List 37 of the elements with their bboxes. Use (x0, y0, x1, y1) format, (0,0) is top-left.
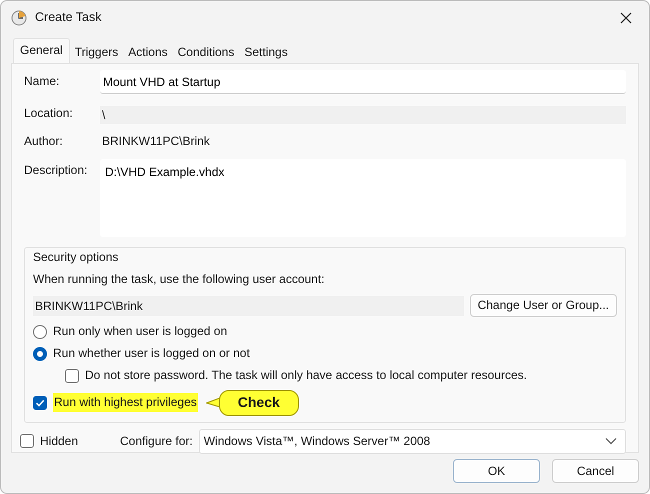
option-label: Run only when user is logged on (53, 324, 228, 339)
window-title: Create Task (35, 10, 102, 26)
ok-button[interactable]: OK (453, 459, 540, 483)
close-icon (620, 12, 632, 24)
tab[interactable]: Settings (239, 41, 293, 63)
field-label: Description: (24, 162, 88, 178)
option-label: Run with highest privileges (53, 393, 198, 412)
account-field: BRINKW11PC\Brink (33, 296, 464, 316)
radio-button[interactable] (33, 346, 47, 360)
option-label: Run whether user is logged on or not (53, 346, 250, 361)
tab[interactable]: General (13, 38, 70, 63)
tab[interactable]: Actions (123, 41, 173, 63)
callout: Check (218, 390, 299, 416)
account-prompt: When running the task, use the following user account: (33, 272, 326, 287)
checkbox[interactable] (20, 434, 34, 448)
tab[interactable]: Conditions (172, 41, 240, 63)
cancel-button[interactable]: Cancel (552, 459, 639, 483)
checkbox[interactable] (33, 396, 47, 410)
tab[interactable]: Triggers (70, 41, 124, 63)
field-label: Location: (24, 105, 74, 121)
configure-dropdown[interactable]: Windows Vista™, Windows Server™ 2008 (198, 428, 626, 454)
group-title: Security options (33, 250, 120, 265)
name-field[interactable]: Mount VHD at Startup (100, 70, 626, 94)
change-user-button[interactable]: Change User or Group... (470, 294, 617, 317)
author-value: BRINKW11PC\Brink (101, 133, 211, 150)
chevron-down-icon (605, 437, 617, 445)
checkbox[interactable] (65, 368, 79, 382)
option-label: Do not store password. The task will only have access to local computer resources. (85, 368, 527, 383)
field-label: Author: (24, 133, 64, 149)
clock-icon (11, 10, 27, 26)
description-field[interactable]: D:\VHD Example.vhdx (100, 159, 626, 237)
callout-pointer (206, 396, 220, 409)
location-field: \ (100, 106, 626, 124)
checkbox-label: Hidden (40, 434, 78, 448)
field-label: Configure for: (120, 434, 193, 448)
field-label: Name: (24, 73, 60, 89)
radio-button[interactable] (33, 324, 47, 338)
